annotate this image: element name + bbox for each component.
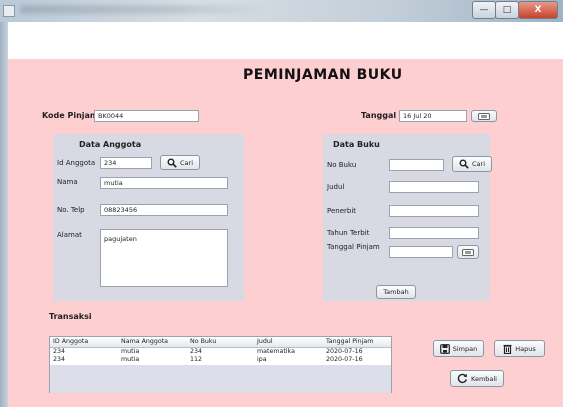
simpan-button[interactable]: Simpan bbox=[433, 340, 484, 357]
alamat-label: Alamat bbox=[57, 231, 82, 239]
minimize-button[interactable]: — bbox=[472, 1, 496, 19]
calendar-icon bbox=[462, 248, 474, 256]
cell-id-anggota: 234 bbox=[53, 356, 66, 363]
id-anggota-label: Id Anggota bbox=[57, 159, 96, 167]
transaksi-heading: Transaksi bbox=[49, 312, 92, 321]
tambah-label: Tambah bbox=[383, 288, 409, 296]
table-row[interactable]: 234 mutia 234 matematika 2020-07-16 bbox=[50, 348, 391, 356]
kembali-button[interactable]: Kembali bbox=[450, 370, 504, 387]
no-telp-field[interactable]: 08823456 bbox=[100, 204, 228, 216]
hapus-button[interactable]: Hapus bbox=[494, 340, 545, 357]
nama-label: Nama bbox=[57, 178, 78, 186]
simpan-label: Simpan bbox=[452, 344, 478, 353]
table-header: ID Anggota Nama Anggota No Buku Judul Ta… bbox=[50, 337, 391, 348]
no-buku-label: No Buku bbox=[327, 161, 357, 169]
tambah-button[interactable]: Tambah bbox=[376, 285, 416, 299]
menu-area bbox=[8, 22, 563, 59]
tanggal-pinjam-calendar-button[interactable] bbox=[457, 245, 479, 259]
page-title: PEMINJAMAN BUKU bbox=[243, 67, 403, 83]
maximize-button[interactable]: □ bbox=[495, 1, 519, 19]
search-icon bbox=[167, 158, 177, 168]
kembali-label: Kembali bbox=[471, 374, 497, 383]
cell-nama-anggota: mutia bbox=[121, 356, 140, 363]
window-title-blurred bbox=[20, 5, 270, 14]
cell-judul: ipa bbox=[257, 356, 267, 363]
minimize-icon: — bbox=[479, 5, 489, 15]
app-icon bbox=[3, 5, 15, 17]
refresh-icon bbox=[457, 373, 468, 384]
save-icon bbox=[439, 343, 450, 354]
tanggal-pinjam-label: Tanggal Pinjam bbox=[327, 243, 380, 251]
table-empty-area bbox=[50, 365, 391, 393]
column-header-tanggal-pinjam[interactable]: Tanggal Pinjam bbox=[326, 338, 373, 346]
cell-tanggal-pinjam: 2020-07-16 bbox=[326, 348, 363, 355]
close-button[interactable]: X bbox=[518, 1, 558, 19]
cell-no-buku: 112 bbox=[190, 356, 203, 363]
tahun-terbit-label: Tahun Terbit bbox=[327, 229, 370, 237]
table-row[interactable]: 234 mutia 112 ipa 2020-07-16 bbox=[50, 356, 391, 364]
cell-no-buku: 234 bbox=[190, 348, 203, 355]
data-buku-heading: Data Buku bbox=[333, 140, 380, 149]
close-icon: X bbox=[534, 5, 542, 15]
search-icon bbox=[459, 159, 469, 169]
data-anggota-heading: Data Anggota bbox=[79, 140, 142, 149]
kode-pinjam-label: Kode Pinjam bbox=[42, 111, 99, 120]
column-header-no-buku[interactable]: No Buku bbox=[190, 338, 216, 346]
penerbit-label: Penerbit bbox=[327, 207, 357, 215]
cell-id-anggota: 234 bbox=[53, 348, 66, 355]
tanggal-label: Tanggal bbox=[361, 111, 397, 120]
trash-icon bbox=[503, 344, 512, 354]
no-buku-field[interactable] bbox=[389, 159, 444, 171]
cell-tanggal-pinjam: 2020-07-16 bbox=[326, 356, 363, 363]
column-header-nama-anggota[interactable]: Nama Anggota bbox=[121, 338, 168, 346]
tanggal-calendar-button[interactable] bbox=[471, 110, 497, 122]
window-left-border bbox=[0, 22, 8, 407]
cari-anggota-button[interactable]: Cari bbox=[160, 155, 200, 170]
nama-field[interactable]: mutia bbox=[100, 177, 228, 189]
calendar-icon bbox=[478, 112, 490, 120]
cari-buku-button[interactable]: Cari bbox=[452, 156, 492, 172]
penerbit-field[interactable] bbox=[389, 205, 479, 217]
cari-buku-label: Cari bbox=[472, 160, 485, 168]
judul-label: Judul bbox=[327, 183, 345, 191]
maximize-icon: □ bbox=[502, 5, 512, 15]
hapus-label: Hapus bbox=[515, 344, 536, 353]
window-controls: — □ X bbox=[472, 1, 558, 19]
cari-anggota-label: Cari bbox=[180, 158, 193, 167]
no-telp-label: No. Telp bbox=[57, 206, 85, 214]
alamat-textarea[interactable]: pagujaten bbox=[100, 229, 228, 287]
cell-nama-anggota: mutia bbox=[121, 348, 140, 355]
tahun-terbit-field[interactable] bbox=[389, 227, 479, 239]
tanggal-pinjam-field[interactable] bbox=[389, 246, 453, 258]
column-header-judul[interactable]: Judul bbox=[257, 338, 273, 346]
id-anggota-field[interactable]: 234 bbox=[100, 157, 152, 169]
judul-field[interactable] bbox=[389, 181, 479, 193]
transaksi-table[interactable]: ID Anggota Nama Anggota No Buku Judul Ta… bbox=[49, 336, 392, 393]
column-header-id-anggota[interactable]: ID Anggota bbox=[53, 338, 88, 346]
tanggal-field[interactable]: 16 Jul 20 bbox=[399, 110, 467, 122]
kode-pinjam-field[interactable]: BK0044 bbox=[94, 110, 199, 122]
window-titlebar: — □ X bbox=[0, 0, 563, 22]
cell-judul: matematika bbox=[257, 348, 295, 355]
